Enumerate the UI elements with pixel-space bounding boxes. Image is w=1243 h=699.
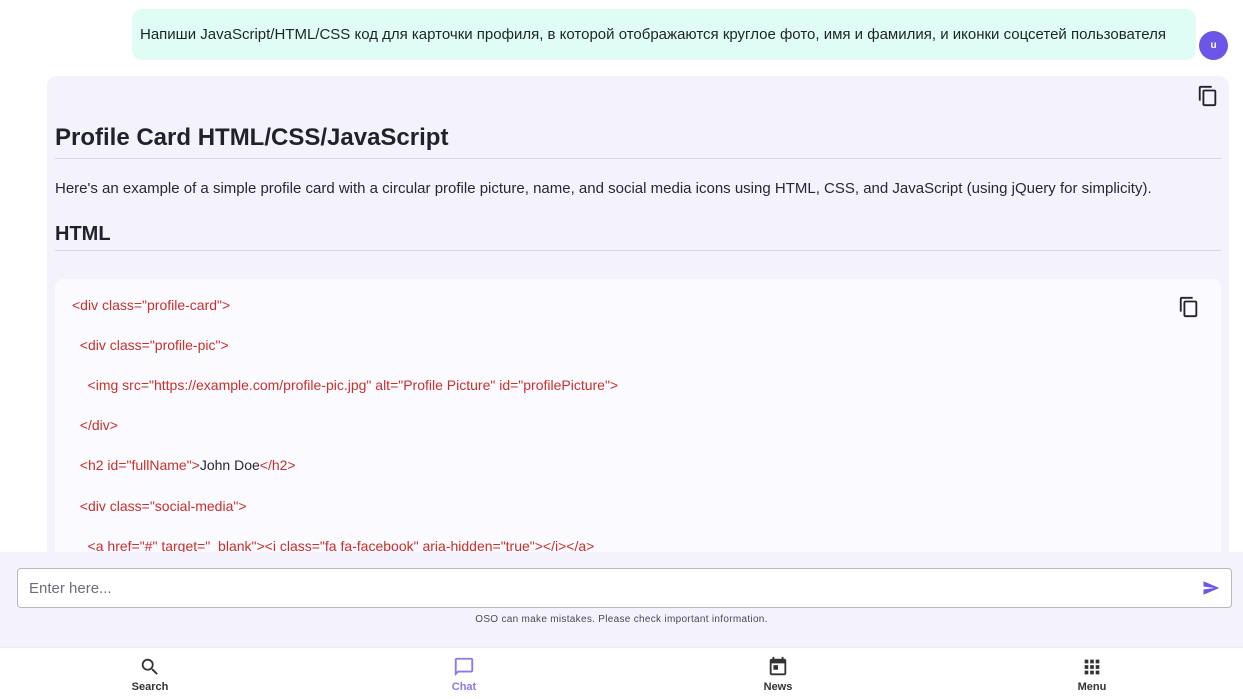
code-line: <img src="https://example.com/profile-pi…	[72, 377, 619, 393]
calendar-icon	[769, 656, 787, 676]
nav-search[interactable]: Search	[110, 656, 190, 693]
user-message-text: Напиши JavaScript/HTML/CSS код для карто…	[140, 26, 1166, 43]
code-line: </div>	[72, 417, 118, 433]
code-block: <div class="profile-card"> <div class="p…	[55, 279, 1221, 552]
nav-chat-label: Chat	[451, 681, 477, 693]
grid-menu-icon	[1084, 659, 1100, 675]
code-line: <div class="profile-pic">	[72, 337, 229, 353]
bot-message: Profile Card HTML/CSS/JavaScript Here's …	[47, 76, 1229, 552]
send-icon[interactable]	[1202, 579, 1220, 597]
nav-news[interactable]: News	[738, 656, 818, 693]
chat-area: Напиши JavaScript/HTML/CSS код для карто…	[0, 0, 1243, 552]
avatar[interactable]: u	[1199, 31, 1228, 60]
search-icon	[141, 658, 158, 675]
copy-icon[interactable]	[1197, 84, 1219, 108]
nav-chat[interactable]: Chat	[424, 656, 504, 693]
nav-news-label: News	[763, 681, 793, 693]
code-line: <h2 id="fullName">John Doe</h2>	[72, 457, 296, 473]
chat-icon	[454, 657, 474, 677]
message-input[interactable]	[29, 579, 1202, 597]
code-line: <div class="profile-card">	[72, 297, 231, 313]
response-intro: Here's an example of a simple profile ca…	[55, 180, 1152, 197]
code-line: <a href="#" target="_blank"><i class="fa…	[72, 538, 595, 552]
user-message-bubble: Напиши JavaScript/HTML/CSS код для карто…	[132, 9, 1196, 60]
section-heading: HTML	[55, 223, 1221, 251]
copy-code-icon[interactable]	[1178, 295, 1200, 319]
nav-search-label: Search	[131, 681, 169, 693]
disclaimer-text: OSO can make mistakes. Please check impo…	[475, 614, 768, 625]
nav-menu-label: Menu	[1077, 681, 1107, 693]
nav-menu[interactable]: Menu	[1052, 656, 1132, 693]
bottom-nav: Search Chat News Menu	[0, 647, 1243, 699]
code-line: <div class="social-media">	[72, 498, 247, 514]
response-title: Profile Card HTML/CSS/JavaScript	[55, 124, 1221, 159]
input-panel: OSO can make mistakes. Please check impo…	[0, 552, 1243, 647]
message-input-box	[17, 568, 1232, 608]
